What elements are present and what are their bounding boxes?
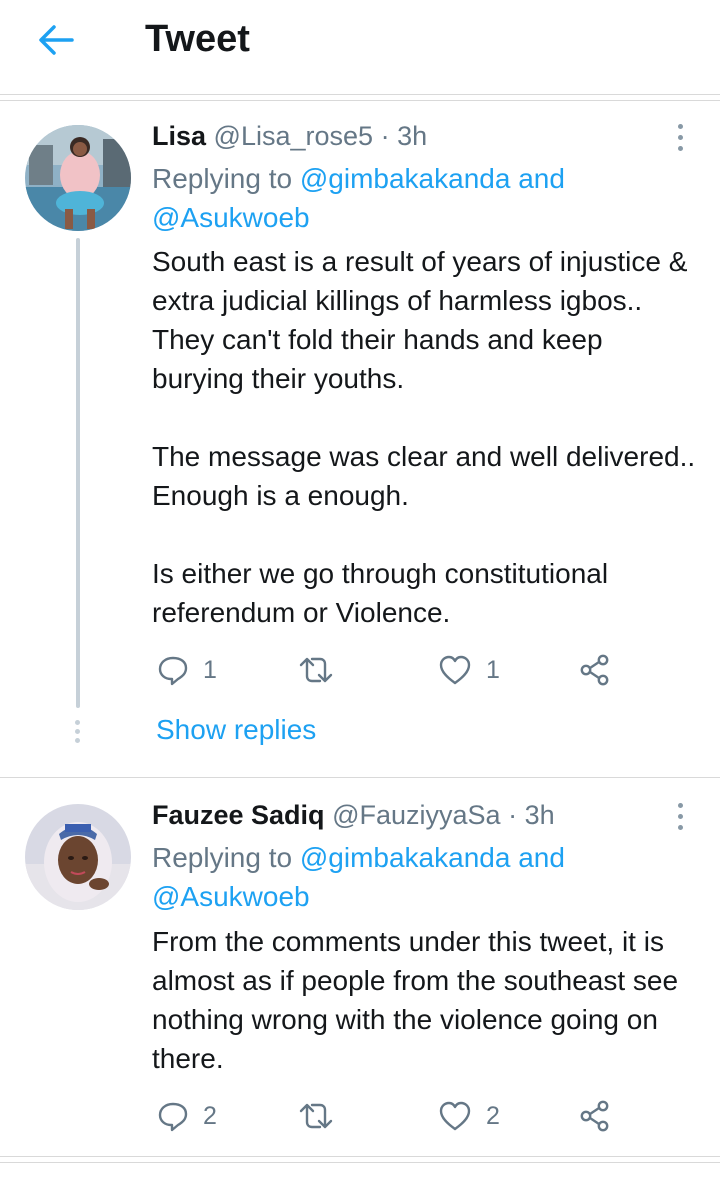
like-button[interactable]: 2 [438,1098,500,1134]
tweet-text: Is either we go through constitutional r… [152,558,609,628]
share-button[interactable] [579,652,611,688]
replying-to: Replying to @gimbakakanda and @Asukwoeb [152,838,565,916]
user-handle[interactable]: @Lisa_rose5 [214,121,374,151]
separator-dot: · [508,800,518,830]
separator-dot: · [380,121,390,151]
and-text: and [510,842,565,873]
thread-line [76,238,80,708]
tweet-text: The message was clear and well delivered… [152,441,696,511]
tweet-meta: Lisa @Lisa_rose5 · 3h [152,118,427,154]
mention-link[interactable]: @gimbakakanda [300,842,511,873]
reply-icon [158,1102,188,1132]
replying-label: Replying to [152,163,300,194]
mention-link[interactable]: @Asukwoeb [152,202,310,233]
tweet-divider [0,1156,720,1157]
heart-icon [439,655,471,685]
like-count: 1 [486,655,500,684]
arrow-left-icon [39,25,74,55]
show-replies-link[interactable]: Show replies [156,714,316,746]
more-options-button[interactable] [668,124,692,158]
mention-link[interactable]: @gimbakakanda [300,163,511,194]
replying-to: Replying to @gimbakakanda and @Asukwoeb [152,159,565,237]
like-count: 2 [486,1101,500,1130]
replying-label: Replying to [152,842,300,873]
display-name[interactable]: Lisa [152,121,206,151]
user-handle[interactable]: @FauziyyaSa [332,800,500,830]
heart-icon [439,1101,471,1131]
and-text: and [510,163,565,194]
tweet-text: From the comments under this tweet, it i… [152,926,679,1074]
reply-count: 2 [203,1101,217,1130]
header-divider [0,94,720,95]
reply-count: 1 [203,655,217,684]
avatar-photo [25,125,131,231]
top-app-bar: Tweet [0,0,720,82]
like-button[interactable]: 1 [438,652,500,688]
reply-button[interactable]: 2 [157,1098,217,1134]
avatar-photo [25,804,131,910]
share-button[interactable] [579,1098,611,1134]
share-icon [580,654,609,686]
timestamp: 3h [397,121,428,151]
more-options-button[interactable] [668,803,692,837]
retweet-icon [299,657,333,683]
header-divider [0,100,720,101]
page-title: Tweet [145,18,250,60]
tweet-divider [0,1162,720,1163]
retweet-button[interactable] [298,652,334,688]
mention-link[interactable]: @Asukwoeb [152,881,310,912]
thread-dots [74,720,82,747]
retweet-button[interactable] [298,1098,334,1134]
tweet-text: South east is a result of years of injus… [152,246,688,394]
share-icon [580,1100,609,1132]
timestamp: 3h [524,800,555,830]
reply-button[interactable]: 1 [157,652,217,688]
retweet-icon [299,1103,333,1129]
tweet-meta: Fauzee Sadiq @FauziyyaSa · 3h [152,797,555,833]
reply-icon [158,656,188,686]
avatar[interactable] [25,804,131,910]
avatar[interactable] [25,125,131,231]
back-button[interactable] [36,22,76,58]
tweet-divider [0,777,720,778]
display-name[interactable]: Fauzee Sadiq [152,800,325,830]
